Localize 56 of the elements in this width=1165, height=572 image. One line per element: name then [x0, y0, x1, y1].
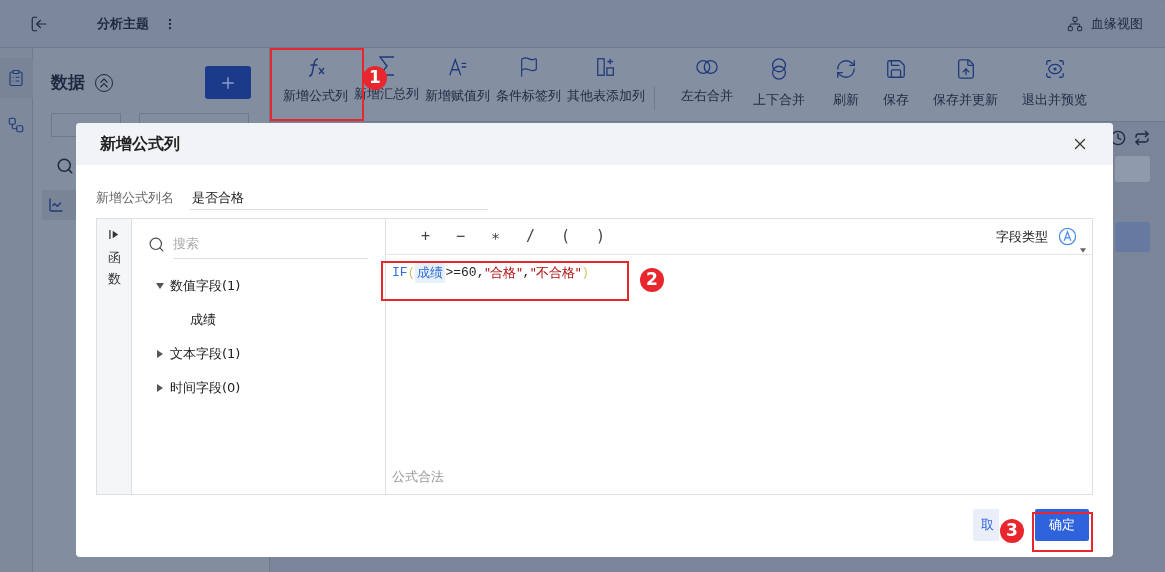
eye-scan-icon: [1043, 58, 1066, 80]
toolbar-button[interactable]: 上下合并: [743, 56, 815, 110]
function-tab-label: 函数: [107, 249, 121, 288]
expand-icon: [108, 229, 120, 240]
save-icon: [885, 58, 907, 80]
function-tab[interactable]: 函数: [97, 219, 132, 494]
toolbar-button[interactable]: 退出并预览: [1010, 58, 1099, 110]
toolbar-button[interactable]: 保存并更新: [921, 58, 1010, 110]
toolbar-button[interactable]: 新增公式列: [280, 56, 351, 106]
clipboard-icon[interactable]: [7, 69, 25, 87]
tree-item[interactable]: 成绩: [144, 303, 373, 337]
toolbar-button[interactable]: 条件标签列: [493, 56, 564, 106]
exit-icon[interactable]: [29, 14, 48, 33]
operator-button[interactable]: ): [583, 225, 618, 248]
formula-status: 公式合法: [392, 467, 445, 486]
refresh-icon: [835, 58, 857, 80]
operator-button[interactable]: /: [513, 225, 548, 248]
clock-icon[interactable]: [1110, 130, 1126, 146]
toolbar-button[interactable]: 其他表添加列: [564, 56, 648, 106]
confirm-button[interactable]: 确定: [1035, 509, 1089, 541]
tree-item[interactable]: 数值字段(1): [144, 269, 373, 303]
name-input-field[interactable]: 是否合格: [190, 186, 488, 210]
collapsed-caret-icon: [156, 350, 164, 358]
field-label: 新增公式列名: [96, 189, 175, 208]
chart-icon: [48, 197, 64, 213]
toolbar-button[interactable]: 新增赋值列: [422, 56, 493, 106]
letter-a-circle-icon: [1058, 227, 1077, 246]
lineage-view-button[interactable]: 血缘视图: [1067, 13, 1143, 34]
search-field[interactable]: 搜索: [173, 229, 368, 259]
tree-item[interactable]: 时间字段(0): [144, 371, 373, 405]
add-column-icon: [595, 56, 617, 78]
add-button[interactable]: [205, 66, 251, 99]
operator-button[interactable]: −: [443, 225, 478, 248]
expanded-caret-icon: [156, 282, 164, 290]
flow-icon[interactable]: [7, 116, 25, 134]
field-type-label: 字段类型: [996, 227, 1048, 246]
tree-item[interactable]: 文本字段(1): [144, 337, 373, 371]
search-icon[interactable]: [56, 157, 74, 175]
toolbar-button[interactable]: 左右合并: [671, 56, 743, 106]
dialog-title: 新增公式列: [100, 133, 180, 155]
operator-button[interactable]: (: [548, 225, 583, 248]
operator-button[interactable]: +: [408, 225, 443, 248]
cancel-button[interactable]: 取: [973, 509, 999, 541]
swap-icon[interactable]: [1134, 130, 1150, 146]
toolbar-button[interactable]: 刷新: [821, 58, 871, 110]
topic-title: 分析主题: [97, 14, 149, 33]
panel-title: 数据: [51, 70, 85, 94]
letter-a-icon: [446, 56, 469, 78]
toolbar-button[interactable]: 保存: [871, 58, 921, 110]
highlight-frame: [1032, 512, 1093, 552]
search-icon: [148, 235, 165, 253]
caret-icon: [1080, 247, 1086, 253]
sigma-icon: [378, 56, 395, 76]
collapsed-caret-icon: [156, 384, 164, 392]
lineage-icon: [1067, 15, 1083, 32]
operator-button[interactable]: ∗: [478, 225, 513, 248]
